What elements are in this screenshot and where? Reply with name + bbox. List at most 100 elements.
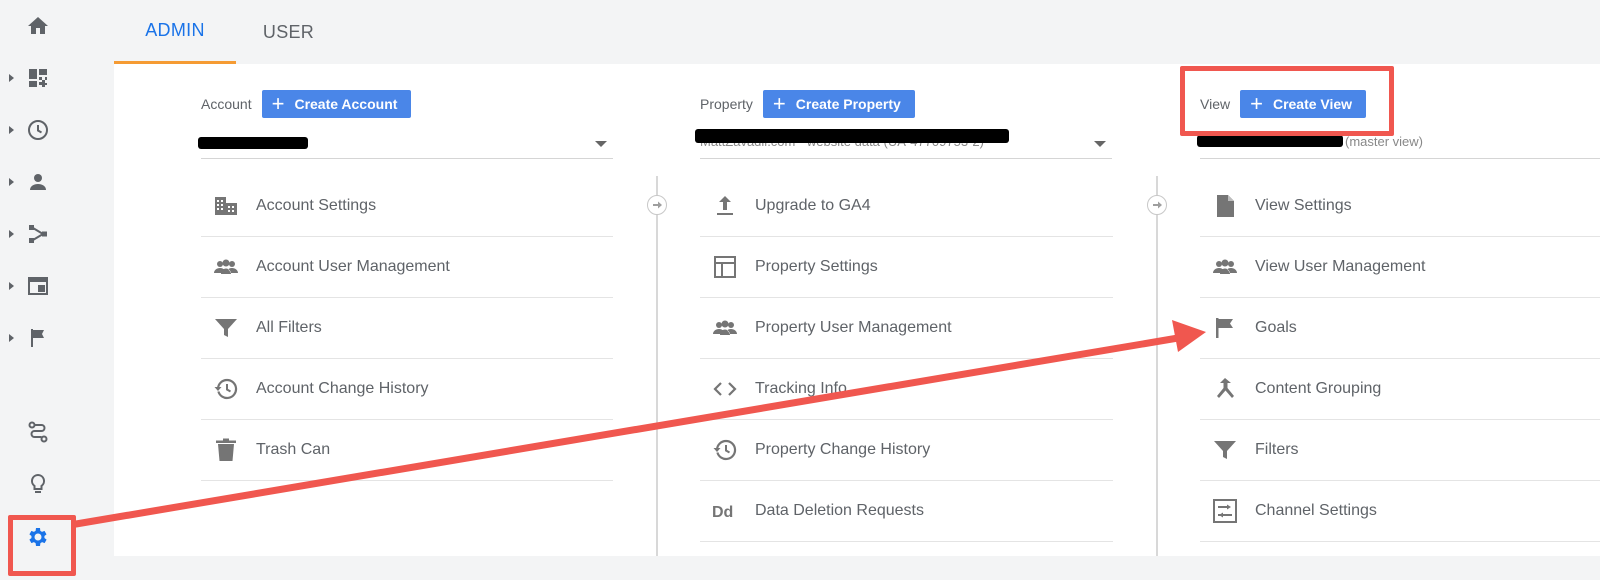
menu-item-label: Upgrade to GA4	[755, 197, 871, 214]
create-account-label: Create Account	[294, 96, 398, 112]
redaction-bar	[198, 137, 308, 149]
history-icon	[214, 378, 238, 400]
nav-conversions[interactable]	[0, 318, 76, 358]
property-menu: Upgrade to GA4 Property Settings Propert…	[700, 176, 1113, 542]
admin-tab-bar: ADMIN USER	[114, 0, 1600, 64]
menu-item-label: All Filters	[256, 319, 322, 336]
left-navigation	[0, 0, 76, 580]
admin-panel: Account + Create Account Account Setting…	[114, 64, 1600, 556]
upload-icon	[717, 196, 733, 215]
expand-caret-icon	[9, 334, 14, 342]
plus-icon: +	[271, 91, 285, 116]
data-deletion-requests-item[interactable]: Dd Data Deletion Requests	[700, 481, 1113, 542]
menu-item-label: Property User Management	[755, 319, 952, 336]
account-menu: Account Settings Account User Management…	[201, 176, 613, 481]
plus-icon: +	[772, 91, 786, 116]
menu-item-label: View Settings	[1255, 197, 1352, 214]
person-icon	[30, 174, 46, 190]
nav-attribution[interactable]	[0, 412, 76, 452]
view-column: View + Create View (master view) View Se…	[1197, 64, 1600, 556]
property-label: Property	[700, 96, 753, 112]
all-filters-item[interactable]: All Filters	[201, 298, 613, 359]
clock-icon	[28, 120, 48, 140]
create-property-label: Create Property	[795, 96, 901, 112]
menu-item-label: Property Settings	[755, 258, 878, 275]
customization-icon	[29, 69, 47, 87]
filter-icon	[1214, 441, 1236, 459]
expand-caret-icon	[9, 178, 14, 186]
content-grouping-item[interactable]: Content Grouping	[1200, 359, 1600, 420]
behavior-icon	[28, 277, 48, 295]
channel-settings-icon	[1213, 499, 1237, 523]
people-icon	[1213, 259, 1237, 274]
tracking-info-item[interactable]: Tracking Info	[700, 359, 1113, 420]
menu-item-label: Data Deletion Requests	[755, 502, 924, 519]
menu-item-label: Account User Management	[256, 258, 450, 275]
expand-caret-icon	[9, 230, 14, 238]
nav-discover[interactable]	[0, 464, 76, 504]
dd-icon: Dd	[712, 504, 733, 521]
account-label: Account	[201, 96, 252, 112]
flag-icon	[1216, 318, 1233, 338]
svg-text:Dd: Dd	[712, 504, 733, 521]
menu-item-label: Account Change History	[256, 380, 429, 397]
nav-acquisition[interactable]	[0, 214, 76, 254]
lightbulb-icon	[30, 473, 46, 493]
menu-item-label: Goals	[1255, 319, 1297, 336]
goals-item[interactable]: Goals	[1200, 298, 1600, 359]
tab-admin[interactable]: ADMIN	[114, 0, 236, 64]
nav-audience[interactable]	[0, 162, 76, 202]
menu-item-label: Account Settings	[256, 197, 377, 214]
tab-user[interactable]: USER	[236, 0, 341, 64]
property-column: Property + Create Property MattZavadil.c…	[695, 64, 1113, 556]
expand-caret-icon	[9, 74, 14, 82]
property-user-management-item[interactable]: Property User Management	[700, 298, 1113, 359]
menu-item-label: View User Management	[1255, 258, 1426, 275]
create-property-button[interactable]: + Create Property	[762, 90, 915, 118]
nav-home[interactable]	[0, 6, 76, 46]
view-settings-item[interactable]: View Settings	[1200, 176, 1600, 237]
expand-caret-icon	[9, 126, 14, 134]
nav-behavior[interactable]	[0, 266, 76, 306]
filters-item[interactable]: Filters	[1200, 420, 1600, 481]
nav-customization[interactable]	[0, 58, 76, 98]
expand-caret-icon	[9, 282, 14, 290]
connector-arrow-icon	[647, 195, 667, 215]
acquisition-icon	[29, 225, 47, 243]
create-view-highlight-box	[1180, 66, 1394, 136]
redaction-bar	[1197, 135, 1343, 147]
property-selector[interactable]: MattZavadil.com - website data (UA-47709…	[695, 129, 1112, 159]
menu-item-label: Property Change History	[755, 441, 931, 458]
menu-item-label: Content Grouping	[1255, 380, 1382, 397]
upgrade-ga4-item[interactable]: Upgrade to GA4	[700, 176, 1113, 237]
filter-icon	[215, 319, 237, 337]
nav-realtime[interactable]	[0, 110, 76, 150]
menu-item-label: Trash Can	[256, 441, 331, 458]
flag-icon	[31, 329, 44, 347]
account-column: Account + Create Account Account Setting…	[198, 64, 613, 556]
account-settings-item[interactable]: Account Settings	[201, 176, 613, 237]
merge-icon	[1217, 378, 1234, 398]
people-icon	[214, 259, 238, 274]
property-header: Property + Create Property	[700, 89, 915, 119]
people-icon	[713, 320, 737, 335]
channel-settings-item[interactable]: Channel Settings	[1200, 481, 1600, 542]
view-menu: View Settings View User Management Goals…	[1200, 176, 1600, 542]
property-change-history-item[interactable]: Property Change History	[700, 420, 1113, 481]
history-icon	[713, 439, 737, 461]
create-account-button[interactable]: + Create Account	[261, 90, 412, 118]
account-user-management-item[interactable]: Account User Management	[201, 237, 613, 298]
column-divider	[1156, 176, 1158, 556]
code-icon	[713, 382, 737, 396]
trash-can-item[interactable]: Trash Can	[201, 420, 613, 481]
dropdown-arrow-icon	[1094, 141, 1106, 147]
menu-item-label: Tracking Info	[755, 380, 847, 397]
menu-item-label: Channel Settings	[1255, 502, 1377, 519]
menu-item-label: Filters	[1255, 441, 1299, 458]
account-change-history-item[interactable]: Account Change History	[201, 359, 613, 420]
account-selector[interactable]	[198, 129, 613, 159]
connector-arrow-icon	[1147, 195, 1167, 215]
property-settings-item[interactable]: Property Settings	[700, 237, 1113, 298]
view-user-management-item[interactable]: View User Management	[1200, 237, 1600, 298]
account-header: Account + Create Account	[201, 89, 412, 119]
